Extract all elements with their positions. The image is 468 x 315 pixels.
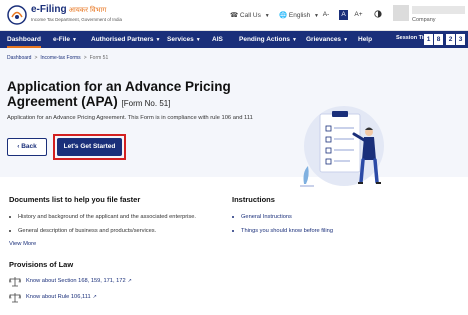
chevron-down-icon: ▼ (314, 13, 319, 19)
page-title: Application for an Advance Pricing Agree… (7, 79, 231, 109)
font-increase-button[interactable]: A+ (354, 10, 363, 20)
avatar[interactable] (393, 5, 409, 21)
efiling-logo[interactable]: e-Filing आयकर विभाग Income Tax Department… (7, 4, 137, 28)
session-time-digit: 2 (446, 34, 455, 45)
list-item: General description of business and prod… (9, 228, 156, 234)
provisions-title: Provisions of Law (9, 260, 74, 269)
phone-icon: ☎ (230, 12, 239, 19)
top-header: e-Filing आयकर विभाग Income Tax Department… (0, 0, 468, 31)
main-nav: Dashboard e-File ▼ Authorised Partners ▼ S… (0, 31, 468, 48)
nav-pending-actions[interactable]: Pending Actions ▼ (239, 31, 297, 48)
nav-grievances[interactable]: Grievances ▼ (306, 31, 348, 48)
chevron-down-icon: ▼ (292, 37, 297, 43)
nav-authorised-partners[interactable]: Authorised Partners ▼ (91, 31, 160, 48)
form-number: [Form No. 51] (121, 99, 171, 108)
chevron-left-icon: ‹ (17, 143, 20, 150)
view-more-link[interactable]: View More (9, 241, 36, 247)
logo-hindi: आयकर विभाग (68, 7, 107, 14)
lets-get-started-button[interactable]: Let's Get Started (57, 138, 122, 156)
call-us-dropdown[interactable]: ☎ Call Us ▼ (230, 11, 270, 19)
list-item: History and background of the applicant … (9, 214, 196, 220)
session-time-digit: 1 (424, 34, 433, 45)
contrast-icon[interactable] (374, 10, 382, 18)
instruction-link[interactable]: Things you should know before filing (232, 228, 333, 234)
nav-ais[interactable]: AIS (212, 31, 223, 48)
start-button-highlight: Let's Get Started (53, 134, 126, 160)
nav-dashboard[interactable]: Dashboard (7, 31, 41, 48)
provision-link[interactable]: Know about Section 168, 159, 171, 172 ↗ (26, 278, 132, 284)
language-label: English (288, 12, 311, 19)
breadcrumb-income-tax-forms[interactable]: Income-tax Forms (40, 55, 80, 61)
bullet-icon (9, 229, 11, 232)
external-link-icon: ↗ (127, 278, 132, 284)
session-time-digit: 8 (434, 34, 443, 45)
breadcrumb-separator: > (83, 55, 87, 61)
scales-icon (9, 277, 21, 287)
page-description: Application for an Advance Pricing Agree… (7, 115, 253, 121)
font-decrease-button[interactable]: A- (322, 10, 330, 20)
logo-title: e-Filing आयकर विभाग (31, 4, 107, 15)
language-dropdown[interactable]: 🌐 English ▼ (279, 11, 319, 19)
scales-icon (9, 293, 21, 303)
logo-subtitle: Income Tax Department, Government of Ind… (31, 17, 122, 22)
nav-efile[interactable]: e-File ▼ (53, 31, 77, 48)
nav-help[interactable]: Help (358, 31, 372, 48)
provision-link[interactable]: Know about Rule 106,111 ↗ (26, 294, 97, 300)
globe-icon: 🌐 (279, 12, 288, 19)
chevron-down-icon: ▼ (195, 37, 201, 43)
bullet-icon (232, 229, 234, 232)
breadcrumb-separator: > (34, 55, 38, 61)
instruction-link[interactable]: General Instructions (232, 214, 292, 220)
font-normal-button[interactable]: A (339, 10, 348, 20)
nav-services[interactable]: Services ▼ (167, 31, 201, 48)
logo-emblem-icon (7, 5, 27, 25)
call-us-label: Call Us (239, 12, 261, 19)
documents-title: Documents list to help you file faster (9, 195, 141, 204)
instructions-title: Instructions (232, 195, 275, 204)
chevron-down-icon: ▼ (343, 37, 349, 43)
session-time-digit: 3 (456, 34, 465, 45)
hero-section: Dashboard > Income-tax Forms > Form 51 Appli… (0, 48, 468, 187)
clipboard-illustration-icon (300, 106, 384, 187)
breadcrumb: Dashboard > Income-tax Forms > Form 51 (7, 55, 108, 61)
back-button[interactable]: ‹ Back (7, 138, 47, 156)
external-link-icon: ↗ (92, 294, 97, 300)
bullet-icon (9, 215, 11, 218)
breadcrumb-current: Form 51 (89, 55, 109, 61)
username-redacted (412, 6, 465, 14)
breadcrumb-dashboard[interactable]: Dashboard (7, 55, 31, 61)
company-label: Company (412, 17, 436, 23)
chevron-down-icon: ▼ (71, 37, 77, 43)
chevron-down-icon: ▼ (155, 37, 161, 43)
bullet-icon (232, 215, 234, 218)
chevron-down-icon: ▼ (264, 13, 270, 19)
